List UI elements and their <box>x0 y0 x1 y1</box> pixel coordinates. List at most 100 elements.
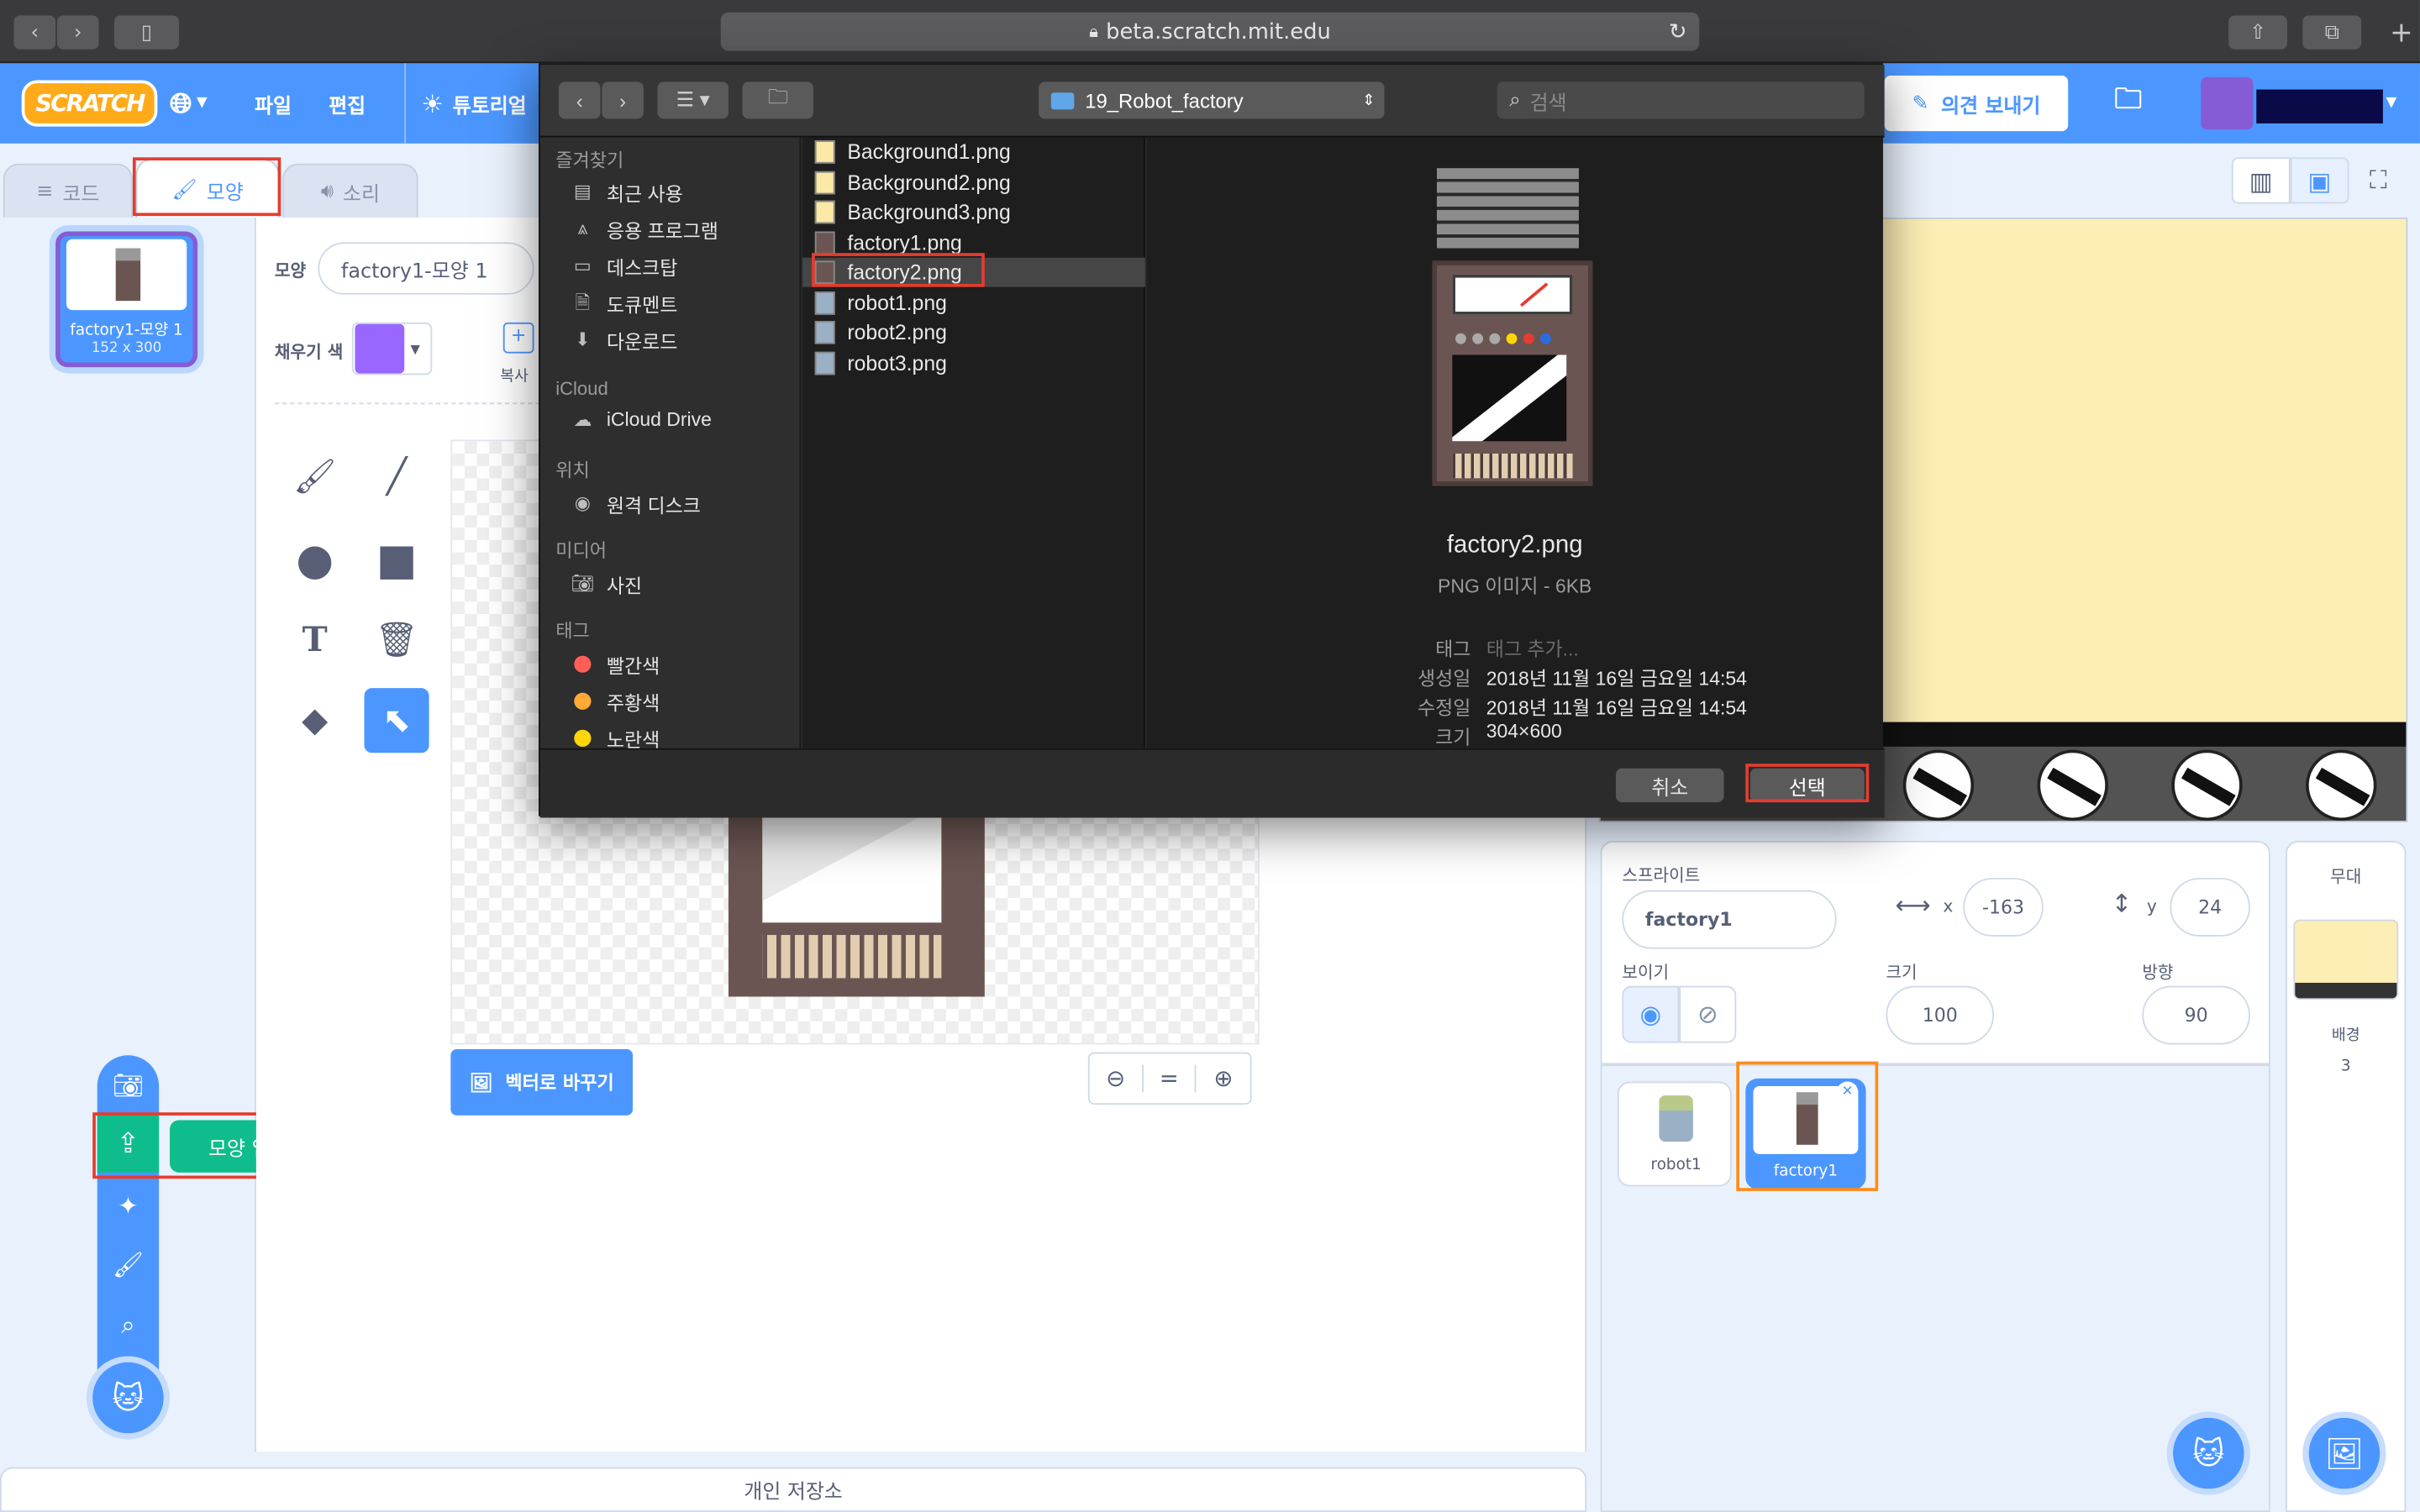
search-icon[interactable]: ⌕ <box>97 1296 159 1355</box>
file-row[interactable]: robot1.png <box>802 288 1145 318</box>
costume-name-input[interactable]: factory1-모양 1 <box>318 242 534 295</box>
sidebar-tag-orange[interactable]: 주황색 <box>571 686 660 716</box>
file-row[interactable]: Background3.png <box>802 197 1145 227</box>
new-tab-button[interactable]: + <box>2386 15 2417 49</box>
sprite-tile-robot1[interactable]: robot1 <box>1617 1081 1732 1187</box>
text-tool-icon[interactable]: T <box>282 608 347 673</box>
account-caret-icon[interactable]: ▼ <box>2386 63 2397 144</box>
rectangle-tool-icon[interactable]: ■ <box>364 526 429 591</box>
language-menu[interactable]: 🌐︎ ▼ <box>170 63 208 144</box>
tab-costumes[interactable]: 🖌︎ 모양 <box>135 159 280 219</box>
surprise-icon[interactable]: ✦ <box>97 1176 159 1235</box>
sprite-tile-factory1[interactable]: ✕ factory1 <box>1745 1078 1866 1190</box>
view-mode-button[interactable]: ☰ ▾ <box>657 81 729 119</box>
show-sprite-icon[interactable]: ◉ <box>1622 985 1680 1043</box>
copy-icon[interactable]: + <box>502 322 534 354</box>
feedback-button[interactable]: ✎ 의견 보내기 <box>1884 75 2069 132</box>
hide-sprite-icon[interactable]: ⊘ <box>1679 985 1737 1043</box>
line-tool-icon[interactable]: ╱ <box>364 444 429 509</box>
meta-tags: 태그 태그 추가... <box>1403 633 1579 662</box>
circle-tool-icon[interactable]: ● <box>282 526 347 591</box>
edit-menu[interactable]: 편집 <box>329 63 366 144</box>
dialog-search-field[interactable]: ⌕ 검색 <box>1497 81 1865 119</box>
preview-file-name: factory2.png <box>1446 532 1583 559</box>
share-button[interactable]: ⇧ <box>2228 15 2287 50</box>
gear-icon <box>2171 749 2243 822</box>
select-tool-icon[interactable]: ⬉ <box>364 688 429 753</box>
avatar[interactable] <box>2201 76 2254 130</box>
costume-item[interactable]: 1 factory1-모양 1 152 x 300 <box>55 231 198 368</box>
username-redacted <box>2256 89 2383 123</box>
sidebar-item-photos[interactable]: 📷︎ 사진 <box>571 570 643 599</box>
zoom-in-icon[interactable]: ⊕ <box>1197 1064 1250 1092</box>
forward-button[interactable]: › <box>56 15 99 50</box>
sidebar-tag-red[interactable]: 빨간색 <box>571 649 660 679</box>
backpack-bar[interactable]: 개인 저장소 <box>0 1467 1587 1512</box>
fill-color-picker[interactable]: ▼ <box>351 322 433 375</box>
file-row[interactable]: Background2.png <box>802 167 1145 197</box>
zoom-out-icon[interactable]: ⊖ <box>1090 1064 1144 1093</box>
file-row[interactable]: robot2.png <box>802 318 1145 347</box>
tutorials-menu[interactable]: ☀︎ 튜토리얼 <box>404 63 527 144</box>
sidebar-item-downloads[interactable]: ⬇ 다운로드 <box>571 326 677 355</box>
y-input[interactable]: 24 <box>2170 878 2250 937</box>
new-folder-button[interactable]: 🗀︎ <box>742 81 813 119</box>
meta-size: 크기 304×600 <box>1403 721 1562 750</box>
zoom-reset-button[interactable]: = <box>1143 1064 1197 1093</box>
sidebar-item-remote-disc[interactable]: ◉ 원격 디스크 <box>571 489 701 518</box>
upload-icon[interactable]: ⇪ <box>97 1114 160 1173</box>
brush-tool-icon[interactable]: 🖌︎ <box>282 444 347 509</box>
my-stuff-button[interactable]: 🗀︎ <box>2114 63 2142 144</box>
tab-code-label: 코드 <box>62 183 100 207</box>
reload-icon[interactable]: ↻ <box>1669 19 1687 44</box>
file-row-selected[interactable]: factory2.png <box>802 257 1145 287</box>
fullscreen-icon[interactable]: ⛶ <box>2352 157 2404 203</box>
address-bar[interactable]: 🔒︎ beta.scratch.mit.edu ↻ <box>720 12 1700 51</box>
eraser-tool-icon[interactable]: ◆ <box>282 688 347 753</box>
file-name: robot1.png <box>847 291 947 314</box>
sidebar-item-applications[interactable]: ⩓ 응용 프로그램 <box>571 214 718 244</box>
file-row[interactable]: robot3.png <box>802 348 1145 377</box>
cancel-button[interactable]: 취소 <box>1616 768 1724 803</box>
sidebar-item-icloud-drive[interactable]: ☁ iCloud Drive <box>571 409 712 431</box>
choose-costume-button[interactable]: 🐱︎ <box>86 1356 171 1440</box>
file-row[interactable]: factory1.png <box>802 228 1145 257</box>
sidebar-item-desktop[interactable]: ▭ 데스크탑 <box>571 251 677 281</box>
direction-input[interactable]: 90 <box>2142 985 2250 1045</box>
file-menu[interactable]: 파일 <box>255 63 292 144</box>
paint-icon[interactable]: 🖌︎ <box>97 1234 159 1293</box>
caret-down-icon: ▼ <box>197 95 208 112</box>
sidebar-toggle-button[interactable]: ▯ <box>113 15 180 50</box>
scratch-logo[interactable]: SCRATCH <box>21 63 158 144</box>
recents-icon: ▤ <box>573 180 592 202</box>
back-button[interactable]: ‹ <box>13 15 56 50</box>
tab-code[interactable]: ≡ 코드 <box>3 163 133 219</box>
x-input[interactable]: -163 <box>1963 878 2044 937</box>
copy-label: 복사 <box>500 368 529 386</box>
size-input[interactable]: 100 <box>1886 985 1995 1045</box>
folder-popup[interactable]: 19_Robot_factory ⇕ <box>1039 81 1385 119</box>
small-stage-icon[interactable]: ▥ <box>2231 157 2291 204</box>
sprite-name-input[interactable]: factory1 <box>1622 890 1837 949</box>
stage-thumbnail[interactable] <box>2293 919 2399 1000</box>
sidebar-icon: ▯ <box>140 20 153 45</box>
tabs-button[interactable]: ⧉ <box>2302 15 2362 50</box>
tags-input[interactable]: 태그 추가... <box>1486 633 1579 662</box>
large-stage-icon[interactable]: ▣ <box>2290 157 2349 204</box>
tab-sounds[interactable]: 🔊︎ 소리 <box>282 163 418 219</box>
choose-sprite-button[interactable]: 🐱︎ <box>2166 1411 2250 1495</box>
dialog-toolbar: ‹ › ☰ ▾ 🗀︎ 19_Robot_factory ⇕ ⌕ 검색 <box>539 65 1885 138</box>
fill-tool-icon[interactable]: 🗑︎ <box>364 608 429 673</box>
sidebar-item-recents[interactable]: ▤ 최근 사용 <box>571 177 683 207</box>
columns-view-icon: ☰ ▾ <box>676 87 710 112</box>
choose-backdrop-button[interactable]: 🖼︎ <box>2302 1411 2386 1495</box>
camera-icon[interactable]: 📷︎ <box>97 1055 159 1114</box>
delete-sprite-icon[interactable]: ✕ <box>1836 1081 1859 1104</box>
dialog-back-button[interactable]: ‹ <box>558 81 601 119</box>
choose-button[interactable]: 선택 <box>1749 768 1865 803</box>
convert-to-vector-button[interactable]: 🖼︎ 벡터로 바꾸기 <box>450 1048 634 1116</box>
convert-label: 벡터로 바꾸기 <box>505 1072 614 1095</box>
sidebar-item-documents[interactable]: 🗎︎ 도큐멘트 <box>571 288 677 318</box>
file-row[interactable]: Background1.png <box>802 137 1145 166</box>
dialog-forward-button[interactable]: › <box>602 81 644 119</box>
